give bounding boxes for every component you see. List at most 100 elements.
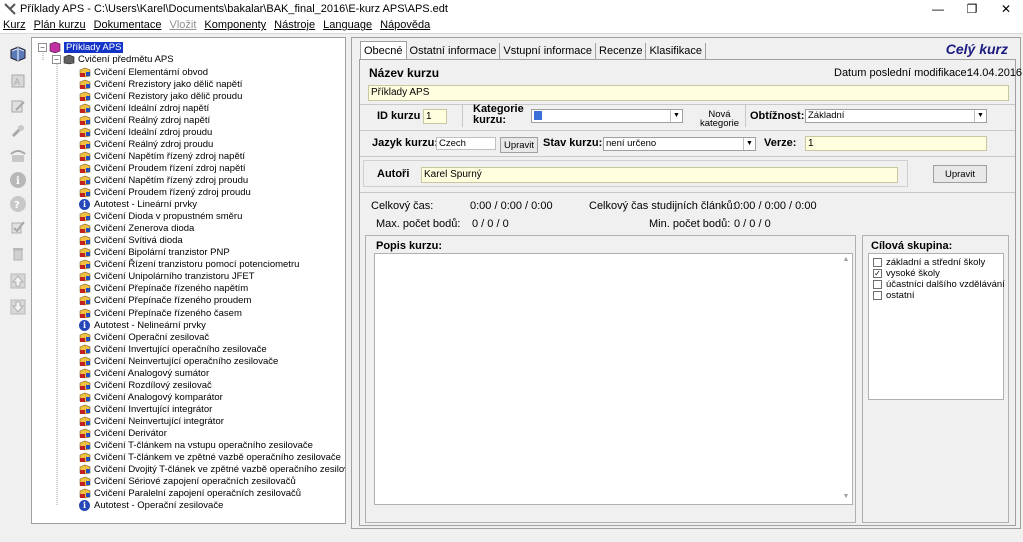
tree-item[interactable]: Cvičení Rrezistory jako dělič napětí — [79, 78, 242, 90]
move-down-icon[interactable] — [7, 296, 29, 318]
close-button[interactable]: ✕ — [989, 0, 1023, 17]
tree-item[interactable]: Cvičení T-článkem na vstupu operačního z… — [79, 440, 313, 452]
tree-item[interactable]: Cvičení Operační zesilovač — [79, 331, 209, 343]
tree-item[interactable]: Cvičení Dvojitý T-článek ve zpětné vazbě… — [79, 464, 345, 476]
tree-group-label: Cvičení předmětu APS — [78, 53, 174, 65]
target-group-item-label: základní a střední školy — [886, 257, 986, 268]
authors-field[interactable]: Karel Spurný — [421, 167, 898, 183]
tree-item[interactable]: Cvičení Ideální zdroj napětí — [79, 102, 209, 114]
tree-item[interactable]: i Autotest - Operační zesilovače — [79, 500, 223, 512]
tree-item[interactable]: Cvičení Invertující integrátor — [79, 403, 212, 415]
scroll-up-icon[interactable]: ▲ — [841, 256, 851, 263]
menu-dokumentace[interactable]: Dokumentace — [94, 19, 162, 31]
tree-item[interactable]: Cvičení Proudem řízený zdroj proudu — [79, 187, 251, 199]
exercise-icon — [79, 283, 91, 294]
menu-bar: Kurz Plán kurzu Dokumentace Vložit Kompo… — [0, 17, 1023, 33]
tree-item[interactable]: Cvičení Přepínače řízeného časem — [79, 307, 242, 319]
checkbox[interactable] — [873, 258, 882, 267]
tools-icon[interactable] — [7, 120, 29, 142]
tree-item[interactable]: Cvičení Napětím řízený zdroj proudu — [79, 174, 248, 186]
menu-plan-kurzu[interactable]: Plán kurzu — [34, 19, 86, 31]
description-textarea[interactable] — [374, 253, 853, 505]
delete-icon[interactable] — [7, 243, 29, 265]
authors-edit-button[interactable]: Upravit — [933, 165, 987, 183]
tab-obecne[interactable]: Obecné — [360, 41, 407, 59]
menu-vlozit[interactable]: Vložit — [169, 19, 196, 31]
tree-item[interactable]: Cvičení Paralelní zapojení operačních ze… — [79, 488, 301, 500]
tree-item[interactable]: Cvičení Neinvertující operačního zesilov… — [79, 355, 278, 367]
tree-item[interactable]: Cvičení Rezistory jako dělič proudu — [79, 90, 242, 102]
course-tree[interactable]: − Příklady APS − Cvičení předmětu APS Cvičen… — [31, 37, 346, 524]
text-icon[interactable]: A — [7, 70, 29, 92]
tab-recenze[interactable]: Recenze — [596, 43, 647, 59]
target-group-item[interactable]: ✓ vysoké školy — [873, 268, 940, 279]
status-select[interactable]: není určeno ▼ — [603, 137, 756, 151]
tree-item[interactable]: Cvičení Reálný zdroj proudu — [79, 138, 213, 150]
tree-item[interactable]: Cvičení Unipolárního tranzistoru JFET — [79, 271, 255, 283]
collapse-icon[interactable]: − — [38, 42, 47, 52]
language-field[interactable]: Czech — [436, 137, 496, 150]
course-name-field[interactable]: Příklady APS — [368, 85, 1009, 101]
chevron-down-icon[interactable]: ▼ — [670, 110, 682, 122]
version-field[interactable]: 1 — [805, 136, 987, 151]
menu-komponenty[interactable]: Komponenty — [204, 19, 266, 31]
menu-language[interactable]: Language — [323, 19, 372, 31]
menu-kurz[interactable]: Kurz — [3, 19, 26, 31]
chevron-down-icon[interactable]: ▼ — [743, 138, 755, 150]
checkbox[interactable] — [873, 291, 882, 300]
tree-item[interactable]: Cvičení Elementární obvod — [79, 66, 208, 78]
course-id-field[interactable]: 1 — [423, 109, 447, 124]
tree-item[interactable]: Cvičení Napětím řízený zdroj napětí — [79, 150, 245, 162]
checkbox-checked[interactable]: ✓ — [873, 269, 882, 278]
tree-item[interactable]: Cvičení Derivátor — [79, 428, 167, 440]
language-edit-button[interactable]: Upravit — [500, 137, 538, 153]
tree-item[interactable]: Cvičení Řízení tranzistoru pomocí potenc… — [79, 259, 299, 271]
tree-item[interactable]: Cvičení Svítivá dioda — [79, 235, 183, 247]
tab-klasifikace[interactable]: Klasifikace — [646, 43, 707, 59]
tree-item[interactable]: Cvičení Reálný zdroj napětí — [79, 114, 210, 126]
tab-ostatni-informace[interactable]: Ostatní informace — [407, 43, 501, 59]
tree-root[interactable]: − Příklady APS — [38, 41, 124, 53]
target-group-item[interactable]: ostatní — [873, 290, 915, 301]
menu-nastroje[interactable]: Nástroje — [274, 19, 315, 31]
tree-item[interactable]: Cvičení Ideální zdroj proudu — [79, 126, 212, 138]
tree-item[interactable]: Cvičení T-článkem ve zpětné vazbě operač… — [79, 452, 341, 464]
tree-item[interactable]: i Autotest - Nelineární prvky — [79, 319, 206, 331]
restore-button[interactable]: ❐ — [955, 0, 989, 17]
tree-item[interactable]: Cvičení Zenerova dioda — [79, 223, 194, 235]
edit-icon[interactable] — [7, 95, 29, 117]
chevron-down-icon[interactable]: ▼ — [974, 110, 986, 122]
help-icon[interactable]: ? — [7, 193, 29, 215]
tree-item[interactable]: Cvičení Invertující operačního zesilovač… — [79, 343, 267, 355]
move-up-icon[interactable] — [7, 270, 29, 292]
tree-item[interactable]: Cvičení Analogový komparátor — [79, 391, 223, 403]
tree-item[interactable]: Cvičení Sériové zapojení operačních zesi… — [79, 476, 296, 488]
difficulty-select[interactable]: Základní ▼ — [805, 109, 987, 123]
tree-item[interactable]: Cvičení Bipolární tranzistor PNP — [79, 247, 230, 259]
tree-item[interactable]: Cvičení Analogový sumátor — [79, 367, 209, 379]
tree-item[interactable]: Cvičení Neinvertující integrátor — [79, 415, 224, 427]
exercise-icon — [79, 476, 91, 487]
book-icon[interactable] — [7, 43, 29, 65]
max-points-value: 0 / 0 / 0 — [472, 218, 509, 230]
tree-item[interactable]: Cvičení Proudem řízení zdroj napětí — [79, 162, 246, 174]
tree-item[interactable]: Cvičení Dioda v propustném směru — [79, 211, 242, 223]
menu-napoveda[interactable]: Nápověda — [380, 19, 430, 31]
target-group-item[interactable]: základní a střední školy — [873, 257, 985, 268]
checkbox[interactable] — [873, 280, 882, 289]
tree-item[interactable]: i Autotest - Lineární prvky — [79, 199, 197, 211]
tree-item[interactable]: Cvičení Přepínače řízeného napětím — [79, 283, 248, 295]
collapse-icon[interactable]: − — [52, 54, 61, 64]
target-group-item[interactable]: účastníci dalšího vzdělávání — [873, 279, 1005, 290]
tree-item[interactable]: Cvičení Rozdílový zesilovač — [79, 379, 212, 391]
tree-item[interactable]: Cvičení Přepínače řízeného proudem — [79, 295, 251, 307]
scroll-down-icon[interactable]: ▼ — [841, 493, 851, 500]
tree-group[interactable]: − Cvičení předmětu APS — [52, 53, 174, 65]
tab-vstupni-informace[interactable]: Vstupní informace — [500, 43, 597, 59]
new-category-button[interactable]: Nová kategorie — [697, 107, 742, 131]
category-select[interactable]: ▼ — [531, 109, 683, 123]
phone-icon[interactable] — [7, 145, 29, 167]
minimize-button[interactable]: — — [921, 0, 955, 17]
info-icon[interactable]: i — [7, 169, 29, 191]
check-icon[interactable] — [7, 216, 29, 238]
